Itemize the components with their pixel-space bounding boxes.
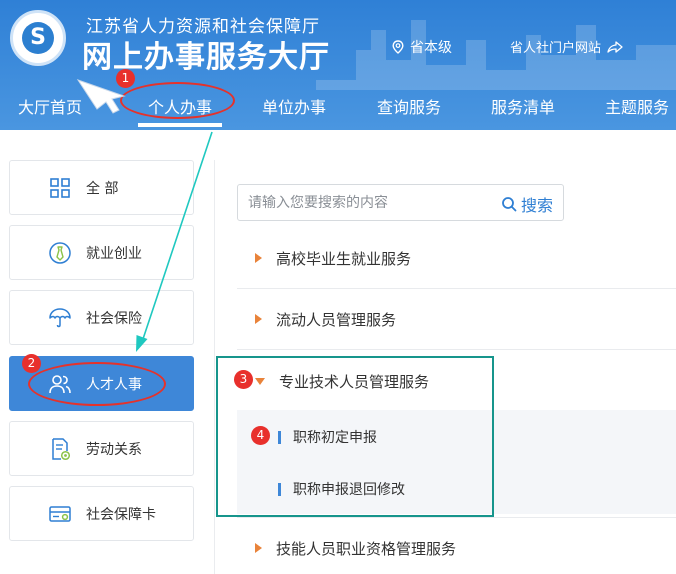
logo-mark-icon: S <box>30 25 46 50</box>
portal-link-label: 省人社门户网站 <box>510 41 602 56</box>
grid-icon <box>50 177 70 198</box>
sidebar-item-all[interactable]: 全 部 <box>9 160 194 215</box>
sidebar-item-social-card[interactable]: 社会保障卡 <box>9 486 194 541</box>
nav-item-home[interactable]: 大厅首页 <box>18 94 82 118</box>
sidebar-item-labor[interactable]: 劳动关系 <box>9 421 194 476</box>
step-badge-3: 3 <box>234 370 253 389</box>
search-button-label: 搜索 <box>520 196 553 215</box>
category-label: 流动人员管理服务 <box>276 310 397 329</box>
category-graduate-employment[interactable]: 高校毕业生就业服务 <box>237 228 676 289</box>
nav-active-indicator <box>138 123 222 127</box>
highlight-ellipse-nav <box>120 82 235 119</box>
page: S 江苏省人力资源和社会保障厅 网上办事服务大厅 省本级 省人社门户网站 大厅首… <box>0 0 676 574</box>
nav-item-query[interactable]: 查询服务 <box>377 94 441 118</box>
region-label: 省本级 <box>410 40 452 56</box>
step-badge-2: 2 <box>22 354 41 373</box>
caret-right-icon <box>255 314 262 324</box>
category-label: 高校毕业生就业服务 <box>276 249 412 268</box>
tie-icon <box>49 241 71 264</box>
nav-item-service-list[interactable]: 服务清单 <box>491 94 555 118</box>
document-icon <box>52 437 71 460</box>
search-input[interactable] <box>248 193 488 213</box>
share-icon <box>607 40 623 53</box>
site-name: 网上办事服务大厅 <box>82 40 330 75</box>
sidebar-item-label: 社会保障卡 <box>86 506 156 523</box>
search-button[interactable]: 搜索 <box>501 192 553 216</box>
category-skilled-qualification[interactable]: 技能人员职业资格管理服务 <box>237 517 676 574</box>
nav-item-theme[interactable]: 主题服务 <box>605 94 669 118</box>
category-label: 技能人员职业资格管理服务 <box>276 539 457 558</box>
sidebar-item-label: 就业创业 <box>86 245 142 262</box>
step-badge-4: 4 <box>251 426 270 445</box>
search-box: 搜索 <box>237 184 564 221</box>
search-icon <box>502 197 517 212</box>
main-nav: 大厅首页 个人办事 单位办事 查询服务 服务清单 主题服务 <box>0 86 676 126</box>
sidebar-item-label: 社会保险 <box>86 310 142 327</box>
caret-right-icon <box>255 253 262 263</box>
nav-item-company[interactable]: 单位办事 <box>262 94 326 118</box>
sidebar-item-employment[interactable]: 就业创业 <box>9 225 194 280</box>
region-selector[interactable]: 省本级 <box>392 37 452 57</box>
sidebar-item-insurance[interactable]: 社会保险 <box>9 290 194 345</box>
site-header: S 江苏省人力资源和社会保障厅 网上办事服务大厅 省本级 省人社门户网站 大厅首… <box>0 0 676 130</box>
portal-link[interactable]: 省人社门户网站 <box>510 37 623 56</box>
step-badge-1: 1 <box>116 69 135 88</box>
umbrella-icon <box>49 307 71 327</box>
caret-right-icon <box>255 543 262 553</box>
location-pin-icon <box>392 40 404 54</box>
category-floating-personnel[interactable]: 流动人员管理服务 <box>237 289 676 350</box>
sidebar-item-label: 劳动关系 <box>86 441 142 458</box>
highlight-ellipse-sidebar <box>28 362 166 406</box>
card-icon <box>49 505 71 522</box>
sidebar-item-label: 全 部 <box>86 180 119 197</box>
logo[interactable]: S <box>10 10 66 66</box>
